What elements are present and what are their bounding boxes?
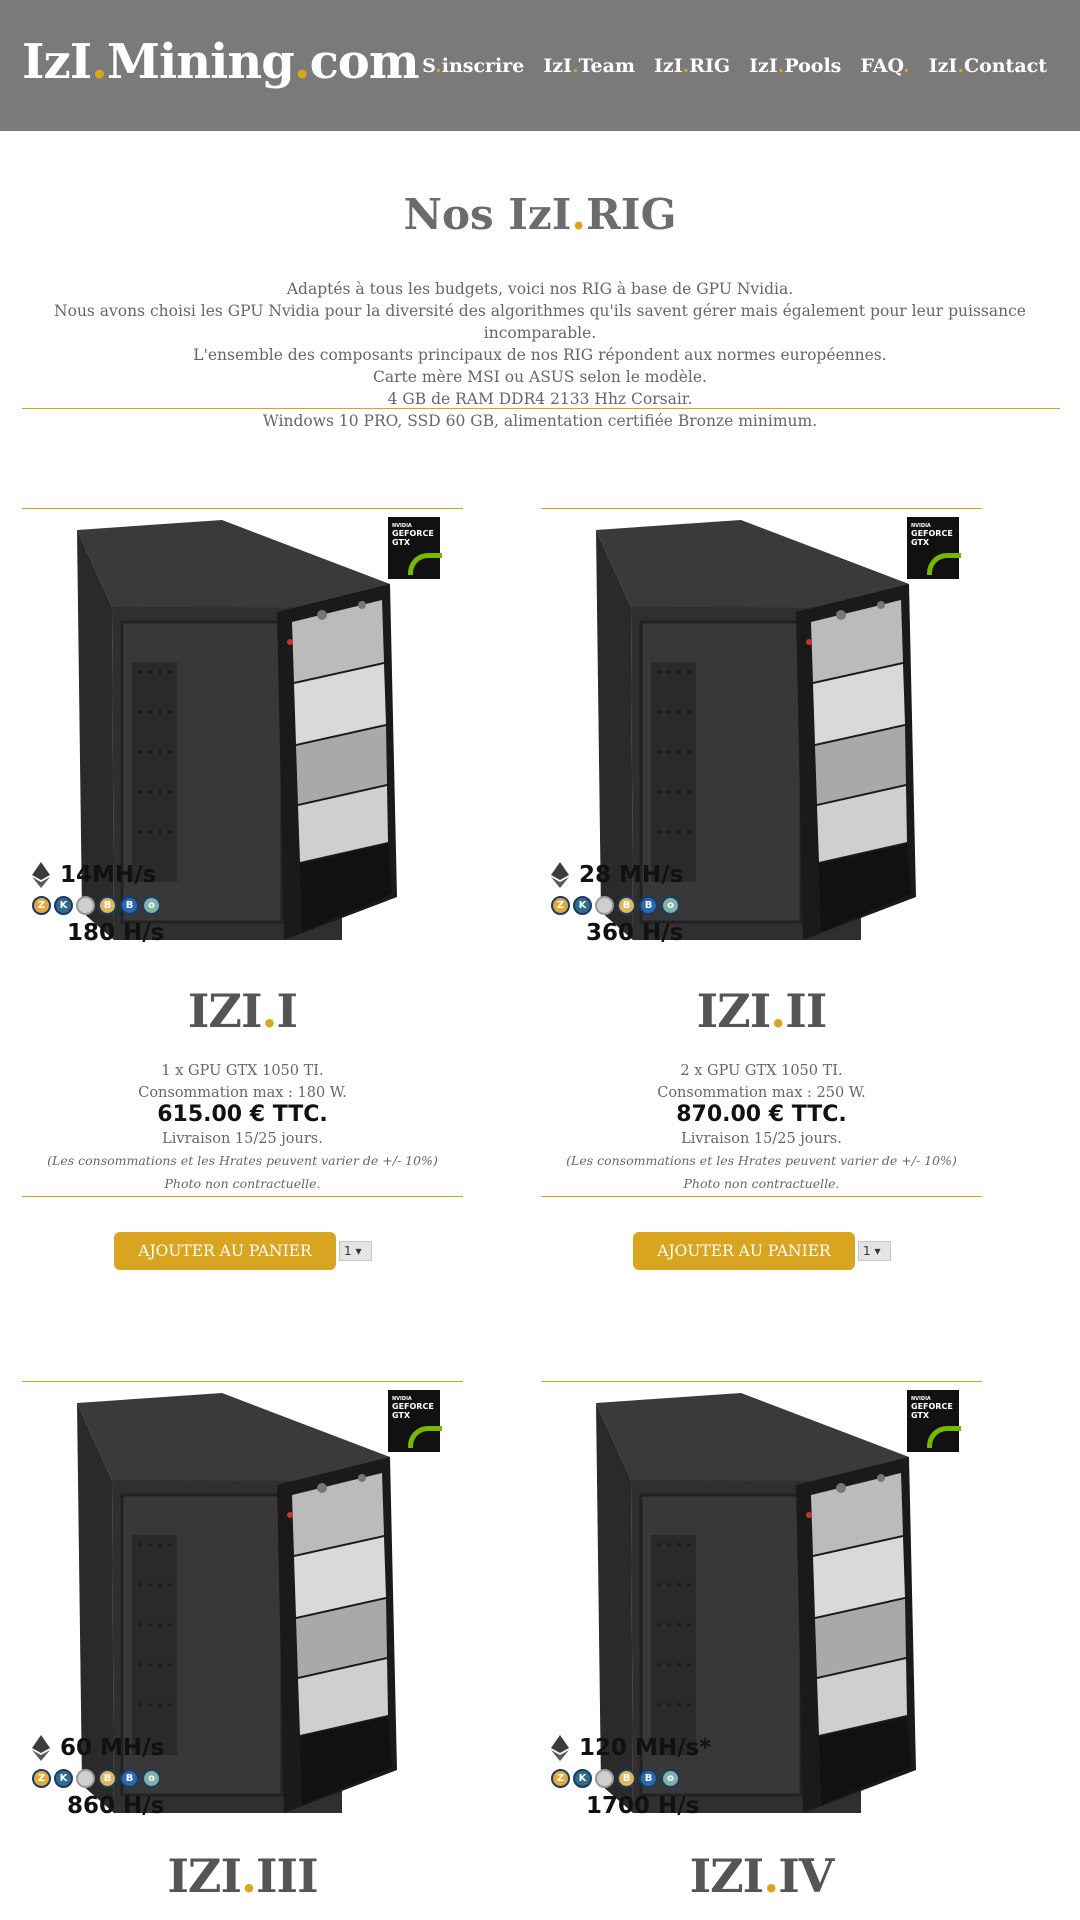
- nvidia-logo-icon: [408, 553, 442, 575]
- intro-line: Nous avons choisi les GPU Nvidia pour la…: [54, 302, 1026, 342]
- photo-note: Photo non contractuelle.: [683, 1176, 840, 1191]
- intro-line: Windows 10 PRO, SSD 60 GB, alimentation …: [262, 412, 818, 430]
- komodo-icon: K: [54, 896, 73, 915]
- delivery: Livraison 15/25 jours.: [681, 1131, 842, 1147]
- zencash-icon: [76, 1769, 95, 1788]
- divider: [541, 1381, 982, 1382]
- bitcoin-gold-icon: B: [617, 896, 636, 915]
- equihash-hashrate: 360 H/s: [586, 920, 684, 946]
- nav-inscrire[interactable]: S.inscrire: [422, 55, 524, 77]
- nav-faq[interactable]: FAQ.: [860, 55, 909, 77]
- divider: [22, 1381, 463, 1382]
- variance-note: (Les consommations et les Hrates peuvent…: [47, 1153, 438, 1168]
- ethereum-icon: [32, 862, 50, 888]
- product-card: NVIDIA GEFORCE GTX 14MH/s Z K B B o 180 H/…: [22, 508, 463, 1270]
- bitcoin-icon: B: [639, 896, 658, 915]
- zcash-icon: Z: [551, 896, 570, 915]
- product-image: NVIDIA GEFORCE GTX 120 MH/s* Z K B B o 170…: [541, 1385, 982, 1819]
- coin-icons: Z K B B o: [32, 1769, 161, 1788]
- consumption: Consommation max : 180 W.: [138, 1085, 347, 1101]
- divider: [22, 1196, 463, 1197]
- quantity-select[interactable]: 1 ▾: [858, 1241, 891, 1261]
- nav-contact[interactable]: IzI.Contact: [929, 55, 1047, 77]
- nav-rig[interactable]: IzI.RIG: [654, 55, 730, 77]
- bitcoin-gold-icon: B: [617, 1769, 636, 1788]
- zcash-icon: Z: [32, 1769, 51, 1788]
- zcash-icon: Z: [32, 896, 51, 915]
- hush-icon: o: [661, 896, 680, 915]
- intro-line: 4 GB de RAM DDR4 2133 Hhz Corsair.: [387, 390, 693, 408]
- bitcoin-gold-icon: B: [98, 896, 117, 915]
- eth-hashrate: 60 MH/s: [32, 1735, 164, 1761]
- price: 870.00 € TTC.: [676, 1102, 847, 1127]
- equihash-hashrate: 1700 H/s: [586, 1793, 700, 1819]
- nvidia-geforce-badge: NVIDIA GEFORCE GTX: [388, 517, 442, 579]
- divider: [541, 508, 982, 509]
- komodo-icon: K: [573, 1769, 592, 1788]
- ethereum-icon: [551, 862, 569, 888]
- quantity-select[interactable]: 1 ▾: [339, 1241, 372, 1261]
- bitcoin-gold-icon: B: [98, 1769, 117, 1788]
- price: 615.00 € TTC.: [157, 1102, 328, 1127]
- divider: [22, 508, 463, 509]
- divider: [22, 408, 1060, 409]
- product-name: IZI.I: [187, 984, 298, 1038]
- product-name: IZI.II: [696, 984, 828, 1038]
- nav-team[interactable]: IzI.Team: [543, 55, 635, 77]
- nvidia-logo-icon: [408, 1426, 442, 1448]
- hush-icon: o: [661, 1769, 680, 1788]
- add-to-cart-button[interactable]: AJOUTER AU PANIER: [114, 1232, 336, 1270]
- hush-icon: o: [142, 896, 161, 915]
- coin-icons: Z K B B o: [551, 1769, 680, 1788]
- product-image: NVIDIA GEFORCE GTX 60 MH/s Z K B B o 860 H…: [22, 1385, 463, 1819]
- variance-note: (Les consommations et les Hrates peuvent…: [566, 1153, 957, 1168]
- gpu-spec: 2 x GPU GTX 1050 TI.: [680, 1063, 843, 1079]
- site-logo[interactable]: IzI.Mining.com: [22, 34, 420, 90]
- komodo-icon: K: [573, 896, 592, 915]
- zencash-icon: [76, 896, 95, 915]
- bitcoin-icon: B: [120, 1769, 139, 1788]
- nvidia-geforce-badge: NVIDIA GEFORCE GTX: [388, 1390, 442, 1452]
- add-to-cart-button[interactable]: AJOUTER AU PANIER: [633, 1232, 855, 1270]
- hush-icon: o: [142, 1769, 161, 1788]
- divider: [541, 1196, 982, 1197]
- product-name: IZI.III: [167, 1849, 318, 1903]
- product-image: NVIDIA GEFORCE GTX 14MH/s Z K B B o 180 H/…: [22, 512, 463, 946]
- intro-line: Adaptés à tous les budgets, voici nos RI…: [286, 280, 794, 298]
- ethereum-icon: [32, 1735, 50, 1761]
- intro-line: Carte mère MSI ou ASUS selon le modèle.: [373, 368, 707, 386]
- main-nav: S.inscrire IzI.Team IzI.RIG IzI.Pools FA…: [422, 55, 1047, 77]
- bitcoin-icon: B: [120, 896, 139, 915]
- nvidia-logo-icon: [927, 553, 961, 575]
- site-header: IzI.Mining.com S.inscrire IzI.Team IzI.R…: [0, 0, 1080, 131]
- product-card: NVIDIA GEFORCE GTX 120 MH/s* Z K B B o 170…: [541, 1381, 982, 1920]
- komodo-icon: K: [54, 1769, 73, 1788]
- zcash-icon: Z: [551, 1769, 570, 1788]
- bitcoin-icon: B: [639, 1769, 658, 1788]
- product-card: NVIDIA GEFORCE GTX 28 MH/s Z K B B o 360 H…: [541, 508, 982, 1270]
- product-name: IZI.IV: [689, 1849, 835, 1903]
- coin-icons: Z K B B o: [32, 896, 161, 915]
- nvidia-geforce-badge: NVIDIA GEFORCE GTX: [907, 517, 961, 579]
- zencash-icon: [595, 896, 614, 915]
- photo-note: Photo non contractuelle.: [164, 1176, 321, 1191]
- equihash-hashrate: 180 H/s: [67, 920, 165, 946]
- intro-line: L'ensemble des composants principaux de …: [193, 346, 887, 364]
- page-title: Nos IzI.RIG: [403, 190, 677, 239]
- product-image: NVIDIA GEFORCE GTX 28 MH/s Z K B B o 360 H…: [541, 512, 982, 946]
- equihash-hashrate: 860 H/s: [67, 1793, 165, 1819]
- nvidia-logo-icon: [927, 1426, 961, 1448]
- consumption: Consommation max : 250 W.: [657, 1085, 866, 1101]
- ethereum-icon: [551, 1735, 569, 1761]
- product-card: NVIDIA GEFORCE GTX 60 MH/s Z K B B o 860 H…: [22, 1381, 463, 1920]
- eth-hashrate: 14MH/s: [32, 862, 156, 888]
- gpu-spec: 1 x GPU GTX 1050 TI.: [161, 1063, 324, 1079]
- nav-pools[interactable]: IzI.Pools: [749, 55, 841, 77]
- zencash-icon: [595, 1769, 614, 1788]
- eth-hashrate: 28 MH/s: [551, 862, 683, 888]
- eth-hashrate: 120 MH/s*: [551, 1735, 711, 1761]
- coin-icons: Z K B B o: [551, 896, 680, 915]
- delivery: Livraison 15/25 jours.: [162, 1131, 323, 1147]
- nvidia-geforce-badge: NVIDIA GEFORCE GTX: [907, 1390, 961, 1452]
